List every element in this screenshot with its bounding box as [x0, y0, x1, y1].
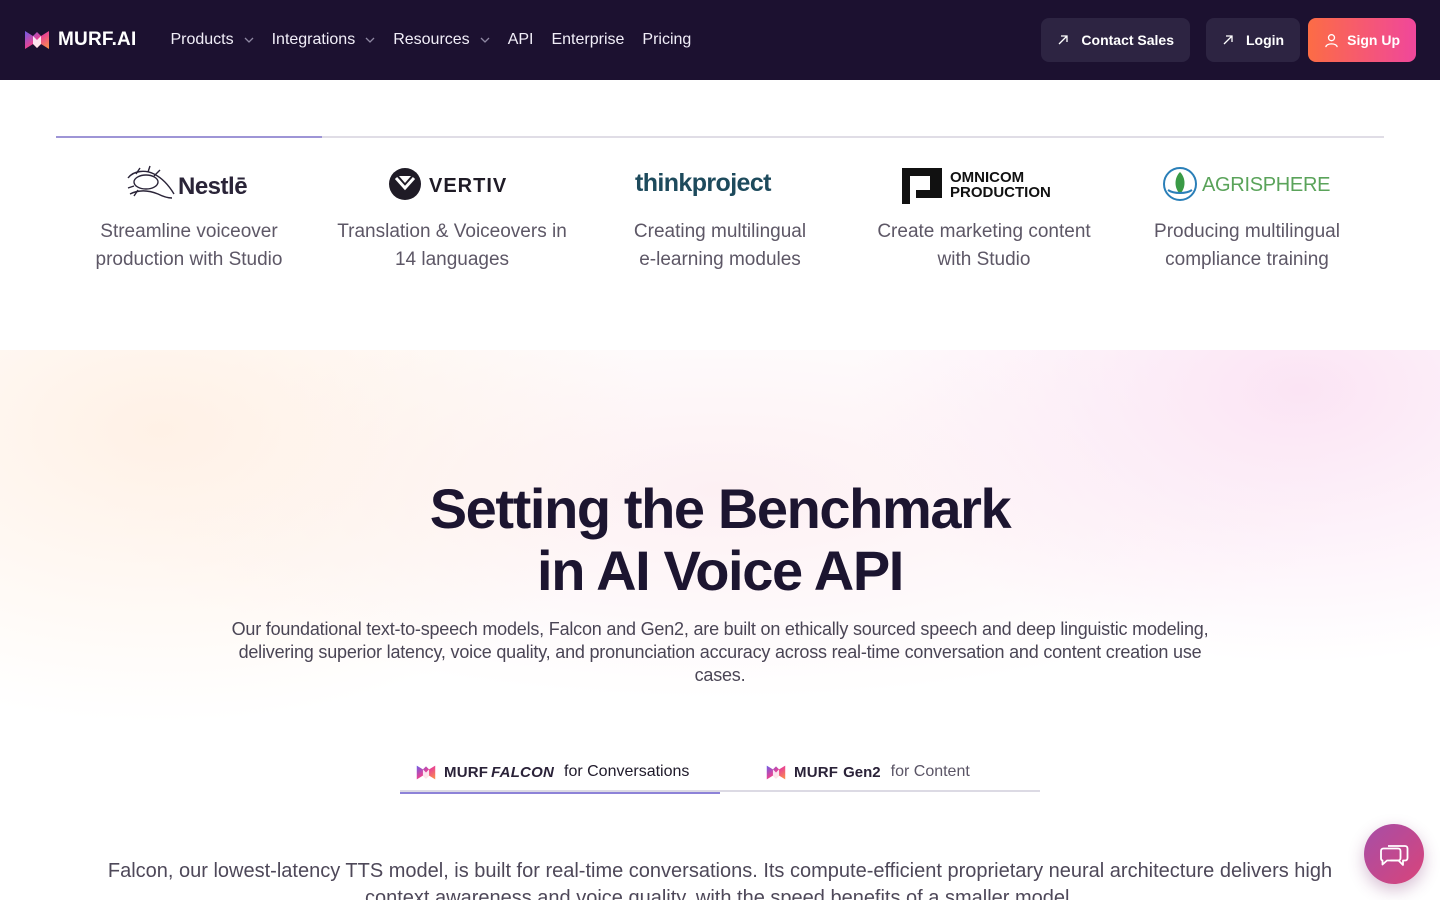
- menu-products[interactable]: Products: [170, 20, 254, 60]
- customer-description: Streamline voiceover production with Stu…: [95, 221, 283, 270]
- customer-carousel: Nestlē Streamline voiceover production w…: [56, 136, 1384, 336]
- customer-agrisphere[interactable]: AGRISPHERE Producing multilingual compli…: [1110, 160, 1384, 274]
- chat-widget-button[interactable]: [1364, 824, 1424, 884]
- voice-api-section: Setting the Benchmark in AI Voice API Ou…: [0, 350, 1440, 900]
- tab-brand: MURF FALCON: [444, 764, 554, 781]
- omnicom-logo: OMNICOM PRODUCTION: [900, 160, 1068, 208]
- vertiv-mark-icon: VERTIV: [389, 168, 507, 200]
- section-title: Setting the Benchmark in AI Voice API: [0, 478, 1440, 602]
- menu-pricing-label: Pricing: [642, 31, 692, 48]
- tab-model-name: Gen2: [843, 763, 881, 781]
- tab-brand-name: MURF: [444, 763, 489, 781]
- main-menu: Products Integrations Resources API Ente…: [170, 20, 709, 60]
- menu-integrations-label: Integrations: [271, 31, 356, 48]
- customer-thinkproject[interactable]: thinkproject Creating multilingual e-lea…: [582, 160, 858, 274]
- murf-logo[interactable]: MURF.AI: [24, 28, 136, 52]
- logo-text: MURF.AI: [58, 29, 137, 50]
- top-navigation: MURF.AI Products Integrations Resources …: [0, 0, 1440, 80]
- nestle-logo: Nestlē: [124, 160, 254, 208]
- title-line-1: Setting the Benchmark: [429, 477, 1012, 540]
- omnicom-mark-icon: OMNICOM PRODUCTION: [902, 168, 1051, 204]
- nestle-wordmark: Nestlē: [178, 173, 247, 200]
- title-line-2: in AI Voice API: [537, 539, 904, 602]
- vertiv-logo: VERTIV: [388, 160, 516, 208]
- menu-integrations[interactable]: Integrations: [272, 20, 376, 60]
- customer-list: Nestlē Streamline voiceover production w…: [56, 160, 1384, 274]
- chevron-down-icon: [365, 37, 375, 43]
- tab-suffix: for Conversations: [564, 763, 690, 780]
- signup-button[interactable]: Sign Up: [1308, 18, 1416, 62]
- tab-model-name: FALCON: [491, 763, 554, 781]
- murf-logo-icon: [25, 31, 49, 49]
- contact-sales-button[interactable]: Contact Sales: [1041, 18, 1190, 62]
- chat-bubbles-icon: [1380, 845, 1409, 866]
- contact-sales-label: Contact Sales: [1081, 32, 1174, 48]
- model-description: Falcon, our lowest-latency TTS model, is…: [107, 860, 1333, 900]
- customer-description: Creating multilingual e-learning modules: [633, 221, 807, 270]
- agrisphere-logo: AGRISPHERE: [1162, 160, 1332, 208]
- vertiv-wordmark: VERTIV: [429, 175, 507, 197]
- customer-description: Create marketing content with Studio: [877, 221, 1091, 270]
- model-tabs: MURF FALCON for Conversations MURF Gen2 f…: [400, 752, 1040, 794]
- user-icon: [1325, 33, 1338, 47]
- menu-api[interactable]: API: [508, 20, 534, 60]
- customer-omnicom[interactable]: OMNICOM PRODUCTION Create marketing cont…: [858, 160, 1110, 274]
- agrisphere-globe-icon: AGRISPHERE: [1163, 167, 1330, 201]
- agrisphere-wordmark: AGRISPHERE: [1202, 174, 1330, 196]
- nestle-nest-icon: Nestlē: [127, 165, 248, 200]
- section-subtitle: Our foundational text-to-speech models, …: [231, 619, 1209, 685]
- tab-suffix: for Content: [890, 763, 970, 780]
- signup-label: Sign Up: [1347, 32, 1400, 48]
- menu-resources-label: Resources: [393, 31, 470, 48]
- menu-pricing[interactable]: Pricing: [642, 20, 691, 60]
- murf-logo-icon: [416, 765, 436, 779]
- menu-products-label: Products: [170, 31, 234, 48]
- customer-description: Producing multilingual compliance traini…: [1154, 221, 1340, 270]
- chevron-down-icon: [244, 37, 254, 43]
- customer-description: Translation & Voiceovers in 14 languages: [337, 221, 567, 270]
- login-label: Login: [1246, 32, 1285, 48]
- thinkproject-wordmark-svg: thinkproject: [635, 169, 773, 197]
- tab-gen2[interactable]: MURF Gen2 for Content: [766, 752, 970, 792]
- menu-resources[interactable]: Resources: [393, 20, 490, 60]
- menu-api-label: API: [507, 31, 534, 48]
- arrow-up-right-icon: [1058, 35, 1069, 45]
- thinkproject-wordmark: thinkproject: [635, 169, 772, 197]
- nav-actions: Contact Sales Login Sign Up: [1041, 18, 1416, 62]
- login-button[interactable]: Login: [1206, 18, 1301, 62]
- menu-enterprise-label: Enterprise: [551, 31, 625, 48]
- carousel-progress-fill: [56, 136, 322, 138]
- murf-logo-icon: [766, 765, 786, 779]
- chevron-down-icon: [480, 37, 490, 43]
- tab-falcon[interactable]: MURF FALCON for Conversations: [400, 752, 720, 794]
- tab-brand-name: MURF: [794, 763, 839, 781]
- customer-vertiv[interactable]: VERTIV Translation & Voiceovers in 14 la…: [322, 160, 582, 274]
- menu-enterprise[interactable]: Enterprise: [551, 20, 624, 60]
- omnicom-line2: PRODUCTION: [950, 184, 1051, 201]
- thinkproject-logo: thinkproject: [635, 160, 805, 208]
- customer-nestle[interactable]: Nestlē Streamline voiceover production w…: [56, 160, 322, 274]
- arrow-up-right-icon: [1223, 35, 1233, 45]
